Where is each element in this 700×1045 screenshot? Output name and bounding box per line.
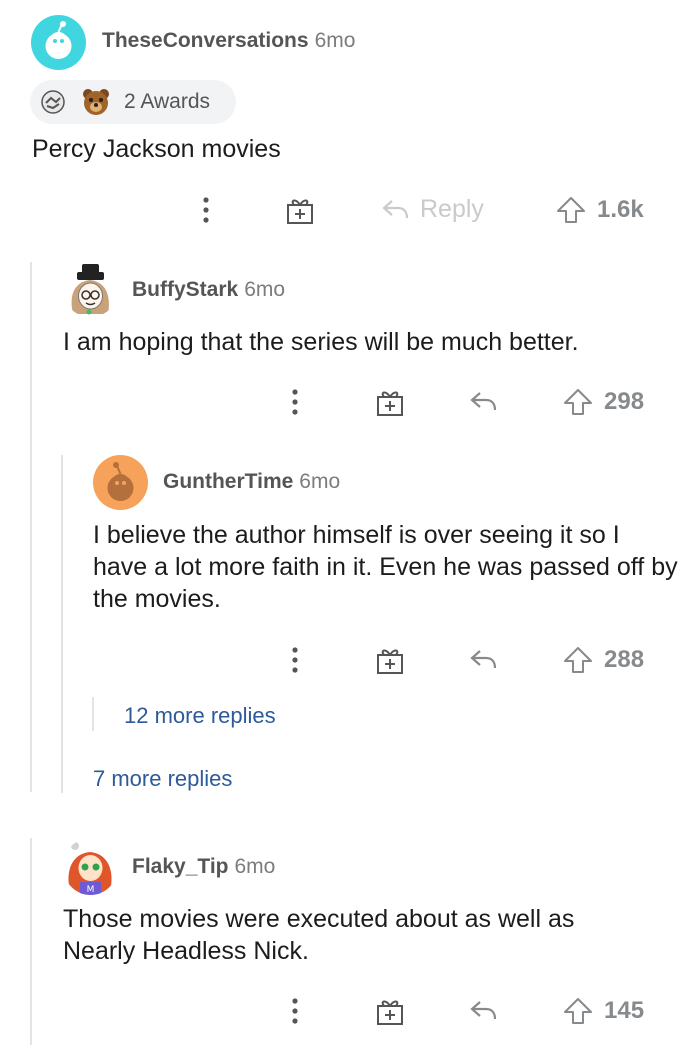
more-replies-link[interactable]: 12 more replies — [124, 703, 276, 729]
avatar[interactable] — [93, 455, 148, 510]
give-award-button[interactable] — [285, 196, 315, 226]
timestamp: 6mo — [314, 29, 356, 52]
gift-icon — [377, 1000, 403, 1025]
reply-arrow-icon — [470, 650, 497, 669]
username[interactable]: Flaky_Tip — [132, 855, 229, 878]
timestamp: 6mo — [244, 278, 286, 301]
username[interactable]: GuntherTime — [163, 470, 293, 493]
gift-icon — [377, 391, 403, 416]
svg-text:M: M — [87, 885, 95, 895]
timestamp: 6mo — [299, 470, 341, 493]
awards-badge[interactable]: 2 Awards — [30, 80, 236, 124]
more-options-button[interactable] — [289, 997, 301, 1025]
more-replies-link[interactable]: 7 more replies — [93, 766, 232, 792]
timestamp: 6mo — [234, 855, 276, 878]
vertical-dots-icon — [292, 389, 298, 415]
upvote-button[interactable]: 288 — [562, 645, 644, 675]
avatar[interactable] — [31, 15, 86, 70]
avatar[interactable] — [63, 262, 118, 317]
awards-count: 2 Awards — [124, 90, 210, 113]
vote-count: 288 — [604, 646, 645, 673]
give-award-button[interactable] — [375, 646, 405, 676]
character-avatar-icon: M — [68, 842, 112, 895]
vote-count: 298 — [604, 388, 645, 415]
thread-line[interactable] — [30, 838, 32, 1045]
upvote-arrow-icon — [564, 389, 592, 415]
username[interactable]: TheseConversations — [102, 29, 309, 52]
comment-body: I am hoping that the series will be much… — [63, 328, 579, 356]
avatar[interactable]: M — [63, 838, 118, 895]
comment-body: Those movies were executed about as well… — [63, 905, 575, 965]
comment-body: Percy Jackson movies — [32, 135, 281, 163]
snoo-avatar-icon — [107, 462, 134, 501]
gift-icon — [287, 199, 313, 224]
reply-button[interactable] — [468, 647, 498, 673]
username[interactable]: BuffyStark — [132, 278, 238, 301]
more-options-button[interactable] — [289, 388, 301, 416]
vertical-dots-icon — [203, 197, 209, 223]
vote-count: 1.6k — [597, 196, 644, 223]
thread-line[interactable] — [30, 262, 32, 792]
vertical-dots-icon — [292, 647, 298, 673]
reply-arrow-icon — [382, 199, 409, 218]
bear-award-icon — [80, 86, 112, 118]
handshake-award-icon — [38, 87, 68, 117]
give-award-button[interactable] — [375, 997, 405, 1027]
upvote-button[interactable]: 298 — [562, 387, 644, 417]
comment-header: TheseConversations 6mo — [102, 29, 355, 53]
reply-button[interactable] — [468, 389, 498, 415]
give-award-button[interactable] — [375, 388, 405, 418]
vertical-dots-icon — [292, 998, 298, 1024]
thread-line[interactable] — [92, 697, 94, 731]
reply-arrow-icon — [470, 392, 497, 411]
upvote-button[interactable]: 1.6k — [555, 195, 644, 225]
more-options-button[interactable] — [289, 646, 301, 674]
reply-button[interactable] — [468, 998, 498, 1024]
reply-arrow-icon — [470, 1001, 497, 1020]
comment-header: GuntherTime 6mo — [163, 470, 340, 494]
thread-line[interactable] — [61, 455, 63, 793]
character-avatar-icon — [71, 264, 109, 315]
reply-label: Reply — [420, 195, 484, 223]
comment-body: I believe the author himself is over see… — [93, 521, 678, 613]
upvote-arrow-icon — [564, 998, 592, 1024]
reply-button[interactable]: Reply — [380, 195, 484, 224]
comment-header: BuffyStark 6mo — [132, 278, 285, 302]
gift-icon — [377, 649, 403, 674]
comment-header: Flaky_Tip 6mo — [132, 855, 275, 879]
more-options-button[interactable] — [200, 196, 212, 224]
vote-count: 145 — [604, 997, 645, 1024]
upvote-button[interactable]: 145 — [562, 996, 644, 1026]
snoo-avatar-icon — [45, 21, 72, 59]
upvote-arrow-icon — [557, 197, 585, 223]
upvote-arrow-icon — [564, 647, 592, 673]
